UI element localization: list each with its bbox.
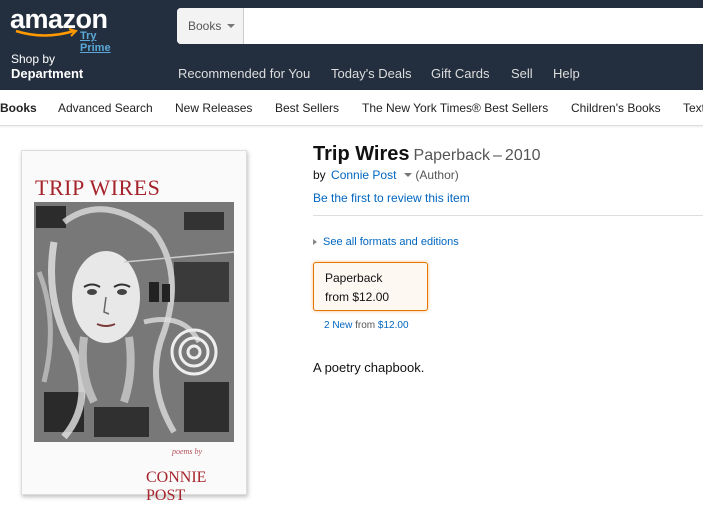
nav-link-todays-deals[interactable]: Today's Deals	[331, 66, 412, 81]
subnav-item-best-sellers[interactable]: Best Sellers	[275, 101, 339, 115]
author-dropdown-icon[interactable]	[404, 172, 413, 177]
books-subnav: Books Advanced Search New Releases Best …	[0, 90, 703, 126]
shop-by-department[interactable]: Shop by Department	[11, 52, 83, 82]
author-role: (Author)	[415, 168, 459, 182]
book-format: Paperback	[413, 147, 491, 164]
subnav-item-new-releases[interactable]: New Releases	[175, 101, 252, 115]
title-separator: –	[493, 147, 502, 164]
shop-by-label: Shop by	[11, 52, 56, 66]
format-option-paperback[interactable]: Paperback from $12.00	[313, 262, 428, 311]
try-prime-link[interactable]: Try Prime	[80, 30, 130, 54]
nav-link-help[interactable]: Help	[553, 66, 580, 81]
format-option-name: Paperback	[325, 271, 383, 285]
expand-arrow-icon	[313, 239, 317, 246]
by-label: by	[313, 168, 326, 182]
amazon-logo[interactable]: amazon Try Prime	[10, 4, 130, 54]
publication-year: 2010	[504, 147, 541, 164]
cover-artwork	[34, 202, 234, 442]
new-offers-from: from	[355, 320, 376, 331]
author-link[interactable]: Connie Post	[331, 168, 396, 182]
see-all-formats-link[interactable]: See all formats and editions	[313, 236, 459, 248]
cover-title: TRIP WIRES	[35, 175, 161, 200]
subnav-item-books[interactable]: Books	[0, 101, 37, 115]
divider	[313, 215, 703, 216]
subnav-item-nyt-best-sellers[interactable]: The New York Times® Best Sellers	[362, 101, 548, 115]
cover-poems-by: poems by	[172, 447, 202, 456]
search-category-label: Books	[188, 19, 222, 33]
nav-link-gift-cards[interactable]: Gift Cards	[431, 66, 490, 81]
new-offers-link[interactable]: 2 New	[324, 320, 352, 331]
book-title: Trip Wires	[313, 143, 410, 165]
chevron-down-icon	[227, 24, 235, 28]
see-all-formats-label: See all formats and editions	[323, 236, 459, 248]
search-bar: Books	[177, 8, 703, 44]
nav-link-recommended[interactable]: Recommended for You	[178, 66, 310, 81]
format-option-price: from $12.00	[325, 290, 390, 304]
product-description: A poetry chapbook.	[313, 360, 425, 375]
new-offers: 2 New from $12.00	[324, 320, 409, 331]
subnav-item-textbooks[interactable]: Textbooks	[683, 101, 703, 115]
subnav-item-advanced-search[interactable]: Advanced Search	[58, 101, 153, 115]
department-label: Department	[11, 66, 84, 81]
first-review-link[interactable]: Be the first to review this item	[313, 191, 470, 205]
product-title: Trip Wires Paperback –2010	[313, 143, 541, 166]
smile-arrow-icon	[15, 28, 78, 37]
cover-author: CONNIE POST	[146, 469, 207, 504]
search-input[interactable]	[245, 8, 703, 44]
book-cover-image[interactable]: TRIP WIRES poems by CONNIE POST	[21, 150, 247, 504]
nav-link-sell[interactable]: Sell	[511, 66, 533, 81]
top-header: amazon Try Prime Books Shop by Departmen…	[0, 0, 703, 90]
subnav-item-childrens-books[interactable]: Children's Books	[571, 101, 661, 115]
byline: by Connie Post (Author)	[313, 168, 459, 182]
new-offers-price[interactable]: $12.00	[378, 320, 409, 331]
search-category-dropdown[interactable]: Books	[177, 8, 244, 44]
